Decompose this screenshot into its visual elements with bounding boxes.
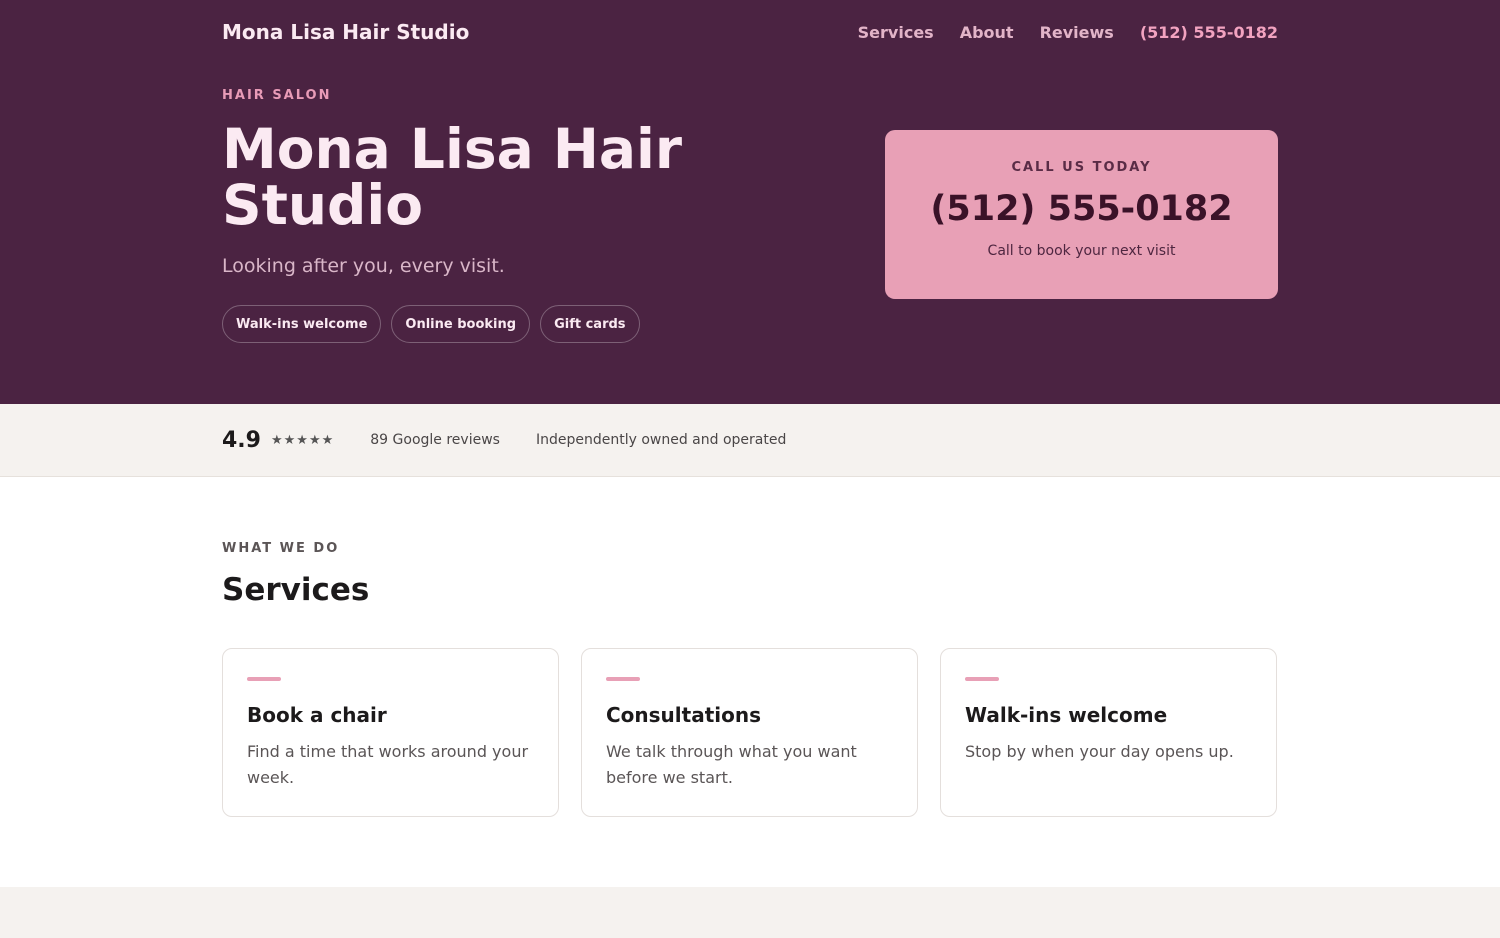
services-eyebrow: WHAT WE DO <box>222 541 340 556</box>
service-card: Consultations We talk through what you w… <box>581 648 918 817</box>
call-phone-number[interactable]: (512) 555-0182 <box>885 189 1278 229</box>
services-title: Services <box>222 572 370 608</box>
top-nav: Mona Lisa Hair Studio Services About Rev… <box>222 0 1278 64</box>
hero-intro: HAIR SALON Mona Lisa Hair Studio Looking… <box>222 64 782 343</box>
nav-links: Services About Reviews (512) 555-0182 <box>858 23 1278 42</box>
rating-value: 4.9 <box>222 427 261 453</box>
star-rating-icon: ★★★★★ <box>270 432 335 448</box>
card-accent-bar <box>247 677 281 681</box>
nav-link-services[interactable]: Services <box>858 23 934 42</box>
brand-name[interactable]: Mona Lisa Hair Studio <box>222 20 469 44</box>
hero-tagline: Looking after you, every visit. <box>222 255 505 277</box>
hero-section: Mona Lisa Hair Studio Services About Rev… <box>0 0 1500 404</box>
services-section: WHAT WE DO Services Book a chair Find a … <box>0 477 1500 887</box>
service-card: Book a chair Find a time that works arou… <box>222 648 559 817</box>
nav-phone-link[interactable]: (512) 555-0182 <box>1140 23 1278 42</box>
service-card-text: We talk through what you want before we … <box>606 742 857 787</box>
feature-pills: Walk-ins welcome Online booking Gift car… <box>222 305 782 343</box>
card-accent-bar <box>606 677 640 681</box>
call-note: Call to book your next visit <box>987 243 1176 259</box>
pill-gift-cards: Gift cards <box>540 305 640 343</box>
pill-walk-ins: Walk-ins welcome <box>222 305 382 343</box>
next-section-band <box>0 887 1500 938</box>
service-card-title: Walk-ins welcome <box>965 703 1168 727</box>
trust-bar: 4.9 ★★★★★ 89 Google reviews Independentl… <box>0 404 1500 477</box>
service-card: Walk-ins welcome Stop by when your day o… <box>940 648 1277 817</box>
nav-link-reviews[interactable]: Reviews <box>1040 23 1114 42</box>
service-card-text: Find a time that works around your week. <box>247 742 529 787</box>
service-card-title: Consultations <box>606 703 762 727</box>
nav-link-about[interactable]: About <box>960 23 1014 42</box>
hero-title: Mona Lisa Hair Studio <box>222 117 682 237</box>
review-count: 89 Google reviews <box>370 432 500 448</box>
call-card: CALL US TODAY (512) 555-0182 Call to boo… <box>885 130 1278 299</box>
ownership-note: Independently owned and operated <box>535 432 787 448</box>
hero-eyebrow: HAIR SALON <box>222 88 332 103</box>
service-cards: Book a chair Find a time that works arou… <box>222 648 1278 817</box>
card-accent-bar <box>965 677 999 681</box>
pill-online-booking: Online booking <box>391 305 531 343</box>
service-card-title: Book a chair <box>247 703 387 727</box>
service-card-text: Stop by when your day opens up. <box>965 742 1234 761</box>
call-eyebrow: CALL US TODAY <box>1011 160 1152 175</box>
